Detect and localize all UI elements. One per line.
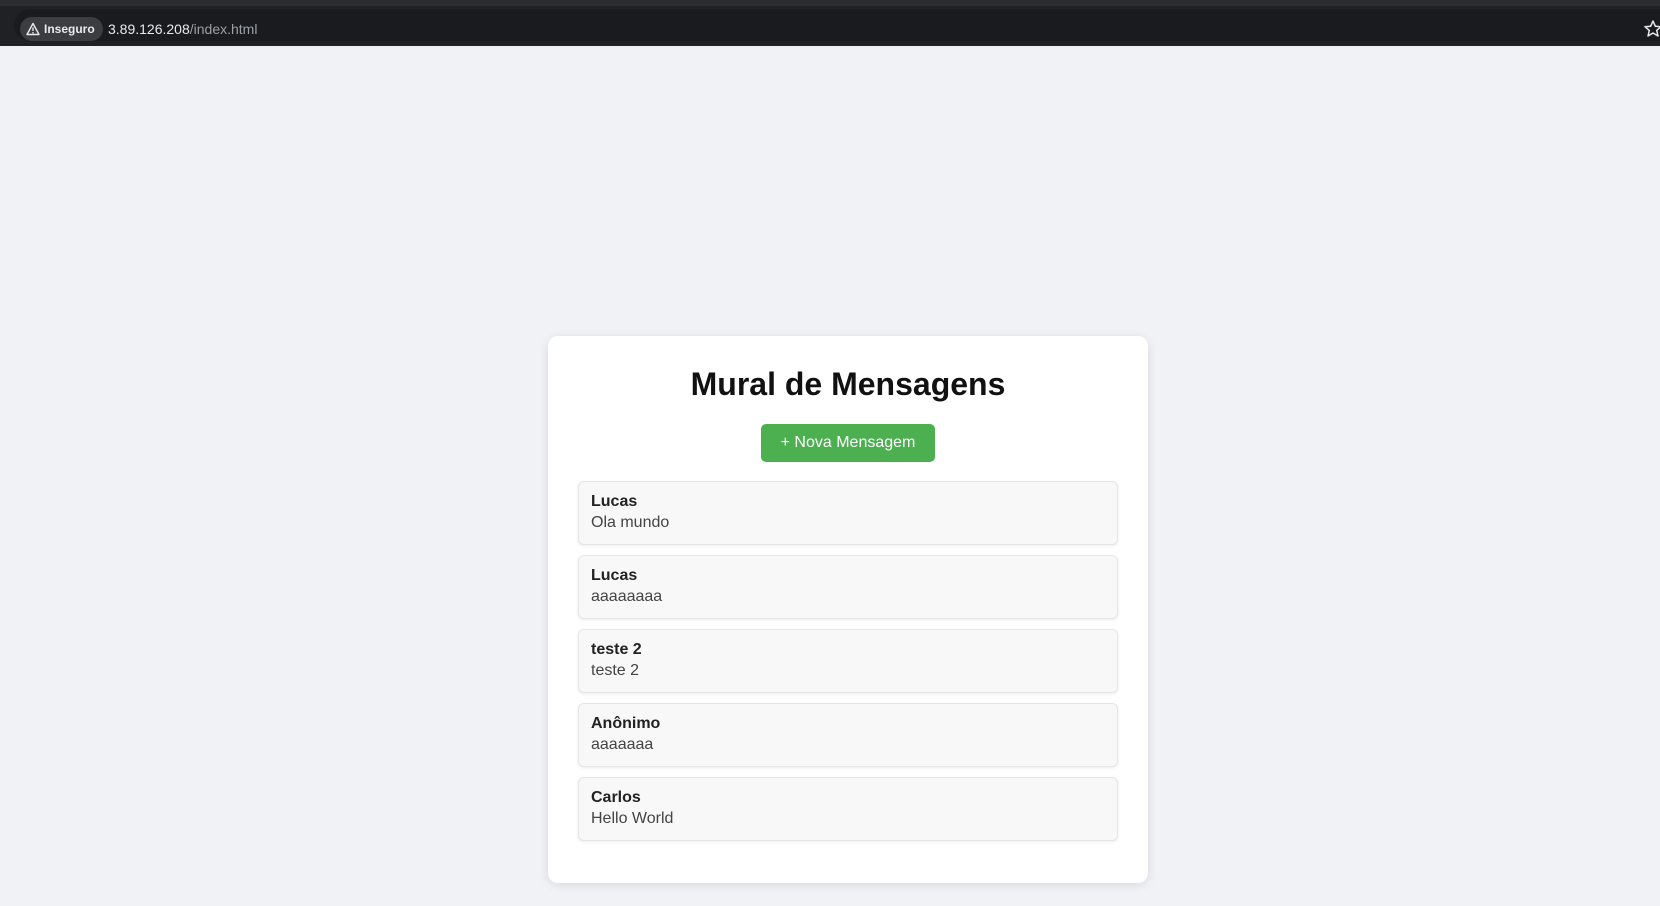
page-title: Mural de Mensagens	[690, 366, 1006, 402]
message-list: Lucas Ola mundo Lucas aaaaaaaa teste 2 t…	[578, 481, 1118, 841]
security-indicator[interactable]: Inseguro	[20, 17, 103, 41]
message-item: Carlos Hello World	[578, 777, 1118, 841]
url-host: 3.89.126.208	[108, 21, 190, 37]
message-author: Lucas	[591, 493, 638, 510]
message-text: teste 2	[591, 662, 640, 679]
message-item: teste 2 teste 2	[578, 629, 1118, 693]
security-label: Inseguro	[44, 22, 95, 36]
page-viewport: Mural de Mensagens + Nova Mensagem Lucas…	[0, 46, 1660, 906]
message-text: aaaaaaaa	[591, 588, 663, 605]
warning-icon	[26, 22, 40, 36]
message-author: Lucas	[591, 567, 638, 584]
message-board-card: Mural de Mensagens + Nova Mensagem Lucas…	[548, 336, 1148, 883]
message-item: Lucas Ola mundo	[578, 481, 1118, 545]
message-text: Hello World	[591, 810, 674, 827]
star-icon[interactable]	[1642, 18, 1660, 40]
message-author: teste 2	[591, 641, 642, 658]
message-author: Carlos	[591, 789, 641, 806]
message-author: Anônimo	[591, 715, 661, 732]
message-item: Lucas aaaaaaaa	[578, 555, 1118, 619]
message-text: Ola mundo	[591, 514, 670, 531]
new-message-button[interactable]: + Nova Mensagem	[760, 424, 936, 462]
message-text: aaaaaaa	[591, 736, 654, 753]
url-text[interactable]: 3.89.126.208/index.html	[108, 21, 257, 37]
url-path: /index.html	[189, 21, 258, 37]
message-item: Anônimo aaaaaaa	[578, 703, 1118, 767]
address-bar[interactable]	[14, 9, 1660, 41]
browser-toolbar: Inseguro 3.89.126.208/index.html	[0, 6, 1660, 46]
